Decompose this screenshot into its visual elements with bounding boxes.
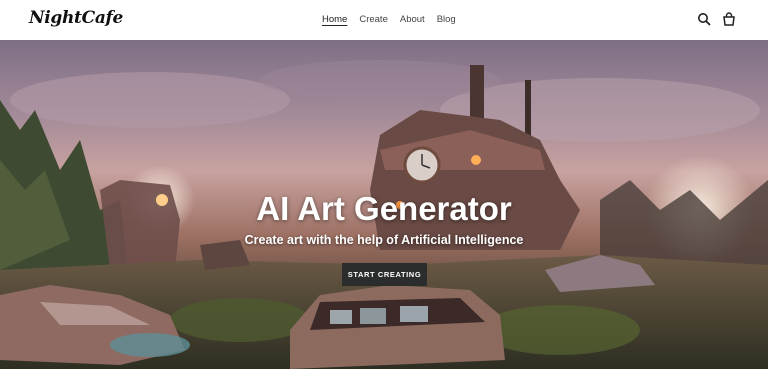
- site-header: NightCafe Home Create About Blog: [0, 0, 768, 40]
- nav-blog[interactable]: Blog: [437, 14, 456, 25]
- start-creating-button[interactable]: START CREATING: [342, 263, 427, 286]
- site-logo[interactable]: NightCafe: [29, 8, 123, 28]
- hero-banner: AI Art Generator Create art with the hel…: [0, 40, 768, 369]
- main-nav: Home Create About Blog: [322, 14, 456, 25]
- nav-home[interactable]: Home: [322, 14, 347, 25]
- nav-create[interactable]: Create: [359, 14, 388, 25]
- hero-subtitle: Create art with the help of Artificial I…: [244, 233, 524, 247]
- cart-icon[interactable]: [722, 12, 736, 26]
- hero-title: AI Art Generator: [256, 190, 512, 227]
- search-icon[interactable]: [697, 12, 711, 26]
- nav-about[interactable]: About: [400, 14, 425, 25]
